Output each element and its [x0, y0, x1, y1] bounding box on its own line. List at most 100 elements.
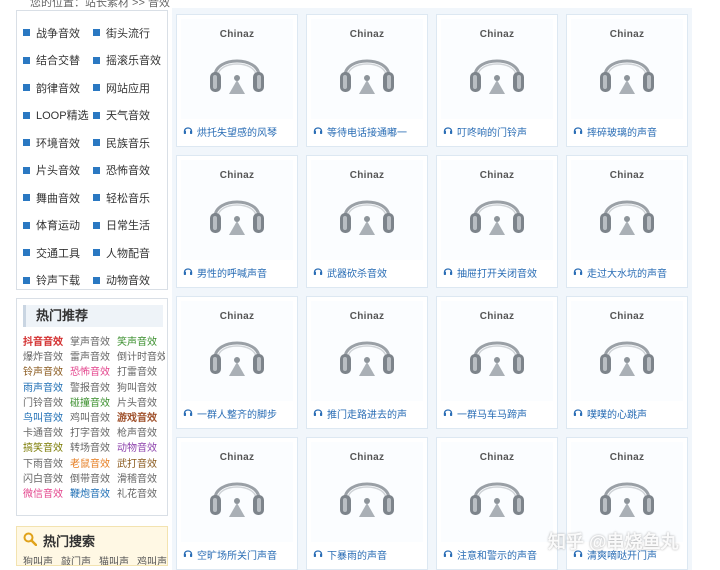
sound-thumbnail[interactable]: Chinaz — [311, 19, 423, 119]
hot-tag-link[interactable]: 闪白音效 — [23, 470, 70, 485]
sound-title-link[interactable]: 空旷场所关门声音 — [183, 547, 297, 562]
category-item[interactable]: 民族音乐 — [93, 129, 163, 157]
sound-card[interactable]: Chinaz 等待电话接通嘟一 — [306, 14, 428, 147]
hot-tag-link[interactable]: 打字音效 — [70, 424, 117, 439]
category-item[interactable]: 日常生活 — [93, 212, 163, 240]
hot-tag-link[interactable]: 微信音效 — [23, 485, 70, 500]
hot-tag-link[interactable]: 鞭炮音效 — [70, 485, 117, 500]
sound-card[interactable]: Chinaz 烘托失望感的风琴 — [176, 14, 298, 147]
sound-title-link[interactable]: 等待电话接通嘟一 — [313, 124, 427, 139]
hot-search-link[interactable]: 敲门声 — [61, 553, 91, 565]
sound-title-link[interactable]: 一群人整齐的脚步 — [183, 406, 297, 421]
hot-tag-link[interactable]: 滑稽音效 — [117, 470, 165, 485]
sound-thumbnail[interactable]: Chinaz — [571, 442, 683, 542]
sound-thumbnail[interactable]: Chinaz — [571, 301, 683, 401]
hot-tag-link[interactable]: 恐怖音效 — [70, 363, 117, 378]
category-item[interactable]: 摇滚乐音效 — [93, 47, 163, 75]
sound-title-link[interactable]: 抽屉打开关闭音效 — [443, 265, 557, 280]
category-item[interactable]: 交通工具 — [23, 239, 93, 267]
sound-thumbnail[interactable]: Chinaz — [571, 19, 683, 119]
hot-tag-link[interactable]: 倒计时音效 — [117, 348, 165, 363]
hot-tag-link[interactable]: 转场音效 — [70, 439, 117, 454]
hot-tag-link[interactable]: 动物音效 — [117, 439, 165, 454]
hot-tag-link[interactable]: 老鼠音效 — [70, 455, 117, 470]
category-item[interactable]: 结合交替 — [23, 47, 93, 75]
sound-title-link[interactable]: 推门走路进去的声 — [313, 406, 427, 421]
sound-card[interactable]: Chinaz 下暴雨的声音 — [306, 437, 428, 570]
category-item[interactable]: 环境音效 — [23, 129, 93, 157]
hot-tag-link[interactable]: 雷声音效 — [70, 348, 117, 363]
hot-tag-link[interactable]: 倒带音效 — [70, 470, 117, 485]
hot-tag-link[interactable]: 铃声音效 — [23, 363, 70, 378]
hot-tag-link[interactable]: 抖音音效 — [23, 333, 70, 348]
hot-tag-link[interactable]: 门铃音效 — [23, 394, 70, 409]
category-item[interactable]: 天气音效 — [93, 102, 163, 130]
hot-tag-link[interactable]: 搞笑音效 — [23, 439, 70, 454]
sound-title-link[interactable]: 叮咚响的门铃声 — [443, 124, 557, 139]
sound-title-link[interactable]: 下暴雨的声音 — [313, 547, 427, 562]
category-item[interactable]: 人物配音 — [93, 239, 163, 267]
category-item[interactable]: 舞曲音效 — [23, 184, 93, 212]
category-item[interactable]: 街头流行 — [93, 19, 163, 47]
sound-title-link[interactable]: 男性的呼喊声音 — [183, 265, 297, 280]
sound-title-link[interactable]: 噗噗的心跳声 — [573, 406, 687, 421]
category-item[interactable]: 网站应用 — [93, 74, 163, 102]
hot-tag-link[interactable]: 警报音效 — [70, 379, 117, 394]
sound-title-link[interactable]: 注意和警示的声音 — [443, 547, 557, 562]
sound-thumbnail[interactable]: Chinaz — [441, 19, 553, 119]
sound-thumbnail[interactable]: Chinaz — [571, 160, 683, 260]
sound-thumbnail[interactable]: Chinaz — [441, 442, 553, 542]
category-item[interactable]: 体育运动 — [23, 212, 93, 240]
hot-tag-link[interactable]: 枪声音效 — [117, 424, 165, 439]
sound-title-link[interactable]: 走过大水坑的声音 — [573, 265, 687, 280]
category-item[interactable]: 韵律音效 — [23, 74, 93, 102]
sound-card[interactable]: Chinaz 男性的呼喊声音 — [176, 155, 298, 288]
sound-thumbnail[interactable]: Chinaz — [441, 160, 553, 260]
hot-search-link[interactable]: 猫叫声 — [99, 553, 129, 565]
sound-thumbnail[interactable]: Chinaz — [441, 301, 553, 401]
sound-thumbnail[interactable]: Chinaz — [181, 160, 293, 260]
hot-tag-link[interactable]: 爆炸音效 — [23, 348, 70, 363]
hot-tag-link[interactable]: 片头音效 — [117, 394, 165, 409]
hot-tag-link[interactable]: 鸡叫音效 — [70, 409, 117, 424]
category-item[interactable]: 轻松音乐 — [93, 184, 163, 212]
category-item[interactable]: 铃声下载 — [23, 267, 93, 295]
sound-card[interactable]: Chinaz 空旷场所关门声音 — [176, 437, 298, 570]
sound-thumbnail[interactable]: Chinaz — [311, 160, 423, 260]
hot-tag-link[interactable]: 笑声音效 — [117, 333, 165, 348]
sound-card[interactable]: Chinaz 噗噗的心跳声 — [566, 296, 688, 429]
hot-tag-link[interactable]: 鸟叫音效 — [23, 409, 70, 424]
hot-tag-link[interactable]: 礼花音效 — [117, 485, 165, 500]
sound-title-link[interactable]: 烘托失望感的风琴 — [183, 124, 297, 139]
hot-tag-link[interactable]: 武打音效 — [117, 455, 165, 470]
hot-tag-link[interactable]: 游戏音效 — [117, 409, 165, 424]
sound-card[interactable]: Chinaz 一群人整齐的脚步 — [176, 296, 298, 429]
hot-tag-link[interactable]: 掌声音效 — [70, 333, 117, 348]
category-item[interactable]: 战争音效 — [23, 19, 93, 47]
sound-card[interactable]: Chinaz 一群马车马蹄声 — [436, 296, 558, 429]
sound-thumbnail[interactable]: Chinaz — [181, 19, 293, 119]
hot-tag-link[interactable]: 卡通音效 — [23, 424, 70, 439]
category-item[interactable]: 恐怖音效 — [93, 157, 163, 185]
hot-search-link[interactable]: 鸡叫声 — [137, 553, 167, 565]
category-item[interactable]: LOOP精选 — [23, 102, 93, 130]
sound-thumbnail[interactable]: Chinaz — [311, 442, 423, 542]
hot-tag-link[interactable]: 狗叫音效 — [117, 379, 165, 394]
sound-card[interactable]: Chinaz 摔碎玻璃的声音 — [566, 14, 688, 147]
sound-card[interactable]: Chinaz 武器砍杀音效 — [306, 155, 428, 288]
hot-tag-link[interactable]: 打雷音效 — [117, 363, 165, 378]
sound-thumbnail[interactable]: Chinaz — [181, 442, 293, 542]
hot-search-link[interactable]: 狗叫声 — [23, 553, 53, 565]
category-item[interactable]: 片头音效 — [23, 157, 93, 185]
sound-card[interactable]: Chinaz 推门走路进去的声 — [306, 296, 428, 429]
sound-card[interactable]: Chinaz 注意和警示的声音 — [436, 437, 558, 570]
category-item[interactable]: 动物音效 — [93, 267, 163, 295]
sound-title-link[interactable]: 一群马车马蹄声 — [443, 406, 557, 421]
hot-tag-link[interactable]: 下雨音效 — [23, 455, 70, 470]
sound-thumbnail[interactable]: Chinaz — [311, 301, 423, 401]
hot-tag-link[interactable]: 雨声音效 — [23, 379, 70, 394]
sound-title-link[interactable]: 摔碎玻璃的声音 — [573, 124, 687, 139]
sound-card[interactable]: Chinaz 抽屉打开关闭音效 — [436, 155, 558, 288]
hot-tag-link[interactable]: 碰撞音效 — [70, 394, 117, 409]
sound-thumbnail[interactable]: Chinaz — [181, 301, 293, 401]
